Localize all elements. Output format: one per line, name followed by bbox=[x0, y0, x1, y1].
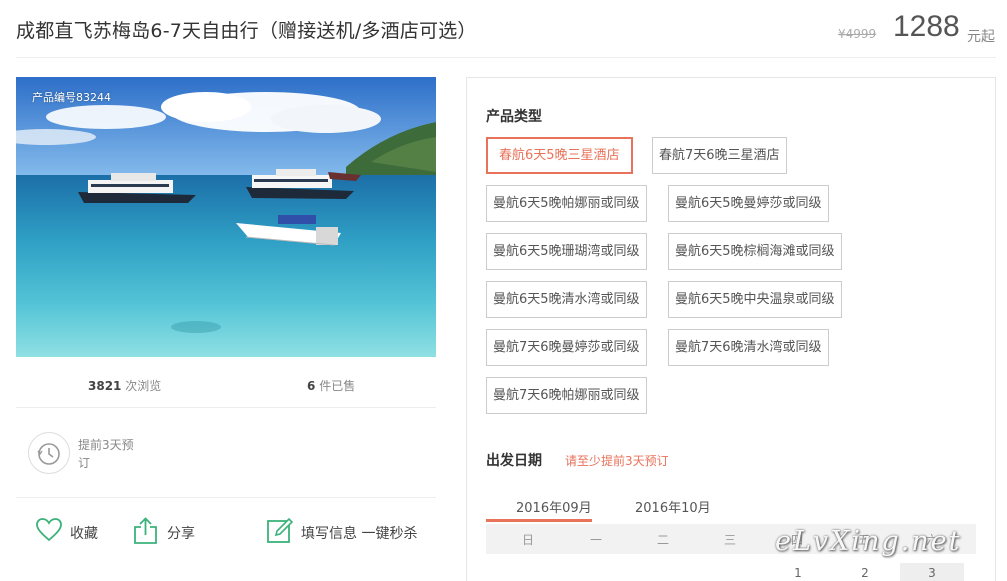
share-label: 分享 bbox=[167, 526, 195, 542]
beach-boats-image bbox=[16, 77, 436, 357]
header-divider bbox=[16, 57, 996, 58]
tab-month-sep[interactable]: 2016年09月 bbox=[516, 497, 592, 516]
price-unit: 元起 bbox=[967, 29, 995, 45]
product-photo[interactable]: 产品编号83244 bbox=[16, 77, 436, 357]
weekday: 三 bbox=[723, 533, 736, 547]
product-option[interactable]: 曼航6天5晚中央温泉或同级 bbox=[668, 281, 842, 318]
product-option[interactable]: 春航7天6晚三星酒店 bbox=[652, 137, 787, 174]
product-type-label: 产品类型 bbox=[486, 109, 542, 125]
views-stat: 3821 次浏览 bbox=[88, 377, 161, 394]
original-price: ¥4999 bbox=[838, 27, 877, 41]
product-title: 成都直飞苏梅岛6-7天自由行（赠接送机/多酒店可选） bbox=[16, 20, 477, 42]
product-option[interactable]: 曼航7天6晚帕娜丽或同级 bbox=[486, 377, 647, 414]
weekday: 日 bbox=[521, 533, 534, 547]
calendar-day[interactable]: 3 bbox=[917, 566, 947, 580]
tab-month-oct[interactable]: 2016年10月 bbox=[635, 497, 711, 516]
current-price: 1288 bbox=[893, 10, 960, 43]
product-option[interactable]: 曼航6天5晚清水湾或同级 bbox=[486, 281, 647, 318]
advance-text: 提前3天预订 bbox=[78, 438, 134, 470]
active-month-indicator bbox=[486, 519, 592, 522]
site-watermark: eLvXing.net bbox=[775, 526, 962, 557]
product-option[interactable]: 曼航6天5晚曼婷莎或同级 bbox=[668, 185, 829, 222]
edit-icon bbox=[267, 517, 294, 543]
views-label: 次浏览 bbox=[125, 379, 162, 393]
divider bbox=[16, 497, 436, 498]
product-option[interactable]: 曼航6天5晚帕娜丽或同级 bbox=[486, 185, 647, 222]
views-count: 3821 bbox=[88, 379, 122, 393]
departure-hint: 请至少提前3天预订 bbox=[565, 454, 669, 468]
weekday: 二 bbox=[656, 533, 669, 547]
sold-count: 6 bbox=[307, 379, 316, 393]
product-option[interactable]: 曼航7天6晚清水湾或同级 bbox=[668, 329, 829, 366]
favorite-label: 收藏 bbox=[70, 526, 98, 542]
fill-info-label: 填写信息 一键秒杀 bbox=[301, 526, 418, 542]
product-header: 成都直飞苏梅岛6-7天自由行（赠接送机/多酒店可选） ¥4999 1288 元起 bbox=[0, 0, 1007, 58]
product-id: 产品编号83244 bbox=[32, 91, 111, 104]
clock-history-icon bbox=[28, 432, 70, 474]
calendar-day[interactable]: 1 bbox=[783, 566, 813, 580]
sold-stat: 6 件已售 bbox=[307, 377, 355, 394]
calendar-day[interactable]: 2 bbox=[850, 566, 880, 580]
weekday: 一 bbox=[589, 533, 602, 547]
product-option[interactable]: 曼航7天6晚曼婷莎或同级 bbox=[486, 329, 647, 366]
product-option[interactable]: 春航6天5晚三星酒店 bbox=[486, 137, 633, 174]
product-option[interactable]: 曼航6天5晚珊瑚湾或同级 bbox=[486, 233, 647, 270]
departure-date-label: 出发日期 bbox=[486, 453, 542, 469]
product-option[interactable]: 曼航6天5晚棕榈海滩或同级 bbox=[668, 233, 842, 270]
sold-label: 件已售 bbox=[319, 379, 356, 393]
product-stats: 3821 次浏览 6 件已售 bbox=[16, 370, 436, 400]
divider bbox=[16, 407, 436, 408]
heart-icon bbox=[36, 518, 62, 542]
share-icon bbox=[134, 517, 157, 544]
